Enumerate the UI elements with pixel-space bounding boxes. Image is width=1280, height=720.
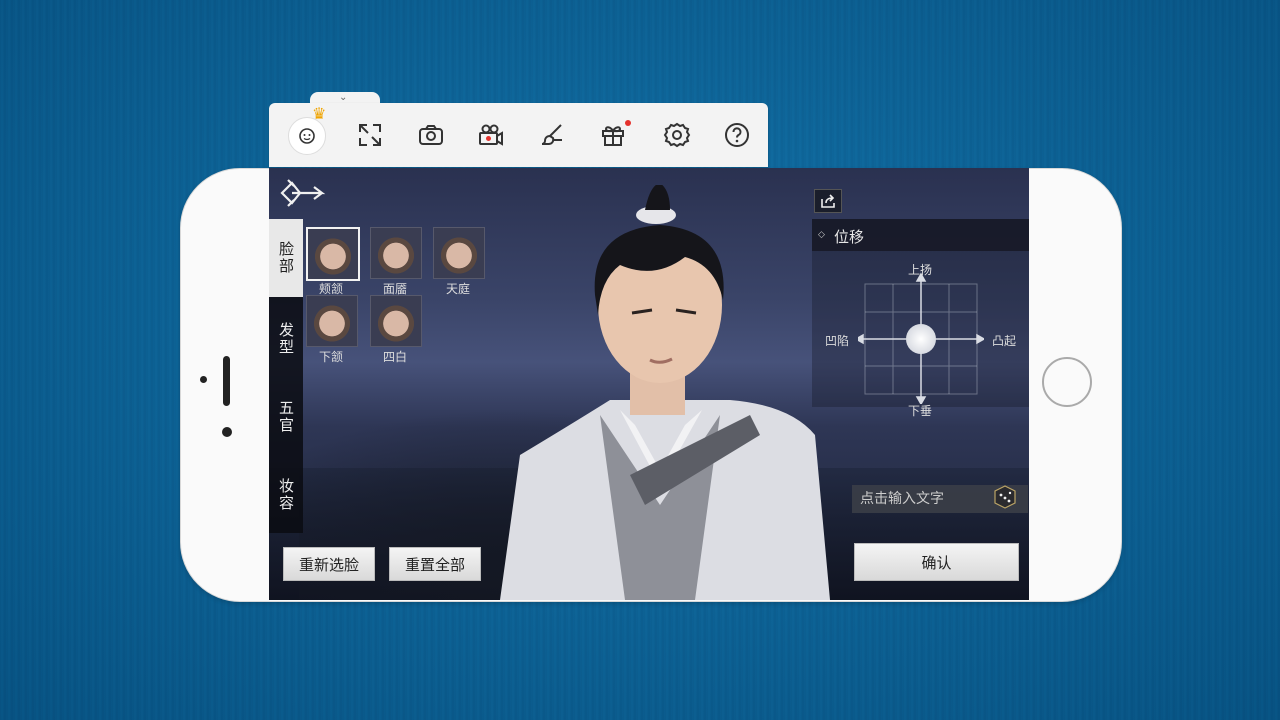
record-video-button[interactable] — [474, 118, 508, 152]
direction-right-label: 凸起 — [992, 334, 1017, 348]
direction-left-label: 凹陷 — [825, 334, 850, 348]
phone-sensor — [200, 376, 207, 383]
phone-speaker — [223, 356, 230, 406]
character-model — [500, 185, 830, 600]
face-part-dimples[interactable] — [370, 227, 422, 279]
avatar-icon — [299, 128, 315, 144]
brush-button[interactable] — [535, 118, 569, 152]
reset-all-button[interactable]: 重置全部 — [389, 547, 481, 581]
tab-hair[interactable]: 发型 — [269, 300, 303, 378]
position-joystick-handle[interactable] — [906, 324, 936, 354]
camera-icon — [419, 125, 443, 145]
tab-makeup[interactable]: 妆容 — [269, 456, 303, 534]
screenshot-button[interactable] — [414, 118, 448, 152]
tab-face[interactable]: 脸部 — [269, 219, 303, 297]
face-part-label: 天庭 — [445, 282, 470, 296]
share-icon — [821, 194, 835, 208]
diamond-icon: ◇ — [818, 230, 825, 240]
crown-icon: ♛ — [312, 104, 327, 123]
reselect-face-button[interactable]: 重新选脸 — [283, 547, 375, 581]
share-button[interactable] — [814, 189, 842, 213]
video-record-icon — [479, 124, 503, 146]
brush-icon — [541, 124, 562, 145]
direction-down-label: 下垂 — [908, 404, 933, 418]
face-part-under-eye[interactable] — [370, 295, 422, 347]
direction-up-label: 上扬 — [908, 263, 933, 277]
phone-camera — [222, 427, 232, 437]
face-part-chin[interactable] — [306, 295, 358, 347]
random-dice-icon[interactable] — [992, 484, 1018, 510]
game-logo — [280, 179, 326, 207]
position-panel-title: 位移 — [834, 228, 865, 246]
fullscreen-button[interactable] — [353, 118, 387, 152]
face-part-label: 四白 — [382, 350, 407, 364]
help-button[interactable] — [720, 118, 754, 152]
face-part-label: 下颔 — [318, 350, 343, 364]
gift-icon — [602, 126, 624, 146]
tab-features[interactable]: 五官 — [269, 378, 303, 456]
help-icon — [725, 123, 749, 147]
home-button[interactable] — [1042, 357, 1092, 407]
face-part-forehead[interactable] — [433, 227, 485, 279]
notification-dot — [625, 120, 631, 126]
chevron-down-icon: ⌄ — [339, 92, 348, 103]
confirm-button[interactable]: 确认 — [854, 543, 1019, 581]
fullscreen-icon — [359, 124, 381, 146]
settings-icon — [663, 122, 691, 148]
face-part-cheek-jaw[interactable] — [306, 227, 360, 281]
settings-button[interactable] — [660, 118, 694, 152]
